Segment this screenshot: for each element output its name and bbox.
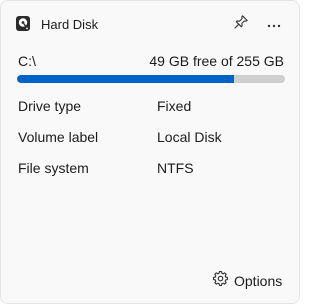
options-button[interactable]: Options <box>213 270 282 292</box>
more-options-button[interactable] <box>263 13 285 35</box>
hard-disk-widget: Hard Disk C:\ 49 GB free of 255 GB Drive… <box>0 0 300 304</box>
disk-usage-fill <box>17 75 235 83</box>
volume-label-label: Volume label <box>18 129 99 145</box>
widget-header: Hard Disk <box>1 1 299 45</box>
drive-type-label: Drive type <box>18 98 82 114</box>
drive-type-value: Fixed <box>157 98 192 114</box>
widget-title: Hard Disk <box>41 17 99 32</box>
free-space-text: 49 GB free of 255 GB <box>149 53 284 69</box>
file-system-value: NTFS <box>157 160 194 176</box>
gear-icon <box>213 271 228 291</box>
hard-disk-icon <box>15 15 31 32</box>
drive-path: C:\ <box>18 53 36 69</box>
more-icon <box>267 15 281 33</box>
pin-button[interactable] <box>230 13 252 35</box>
disk-usage-bar <box>17 75 285 83</box>
volume-label-value: Local Disk <box>157 129 222 145</box>
file-system-label: File system <box>18 160 89 176</box>
options-label: Options <box>234 272 283 289</box>
pin-icon <box>233 14 249 35</box>
